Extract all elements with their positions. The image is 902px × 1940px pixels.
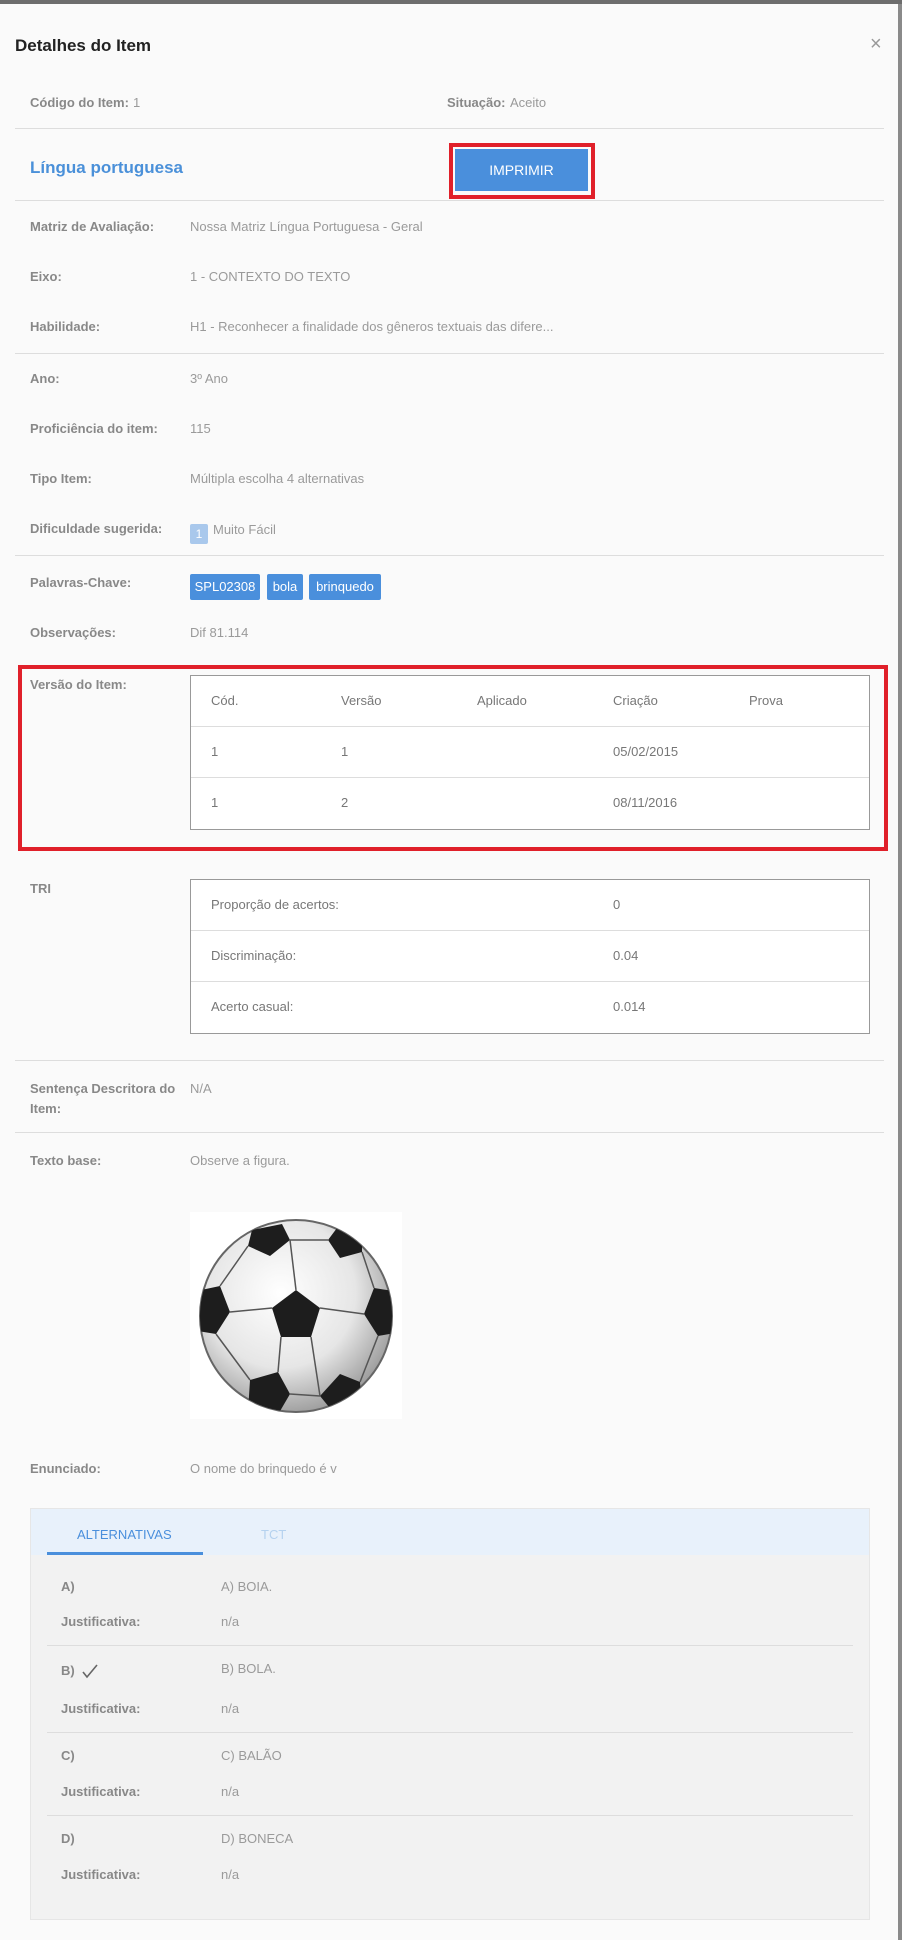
divider (47, 1645, 853, 1646)
notes-label: Observações: (30, 625, 116, 640)
table-cell: Acerto casual: (211, 999, 294, 1014)
divider (15, 1132, 884, 1133)
justification-value: n/a (221, 1784, 240, 1799)
print-button[interactable]: IMPRIMIR (455, 149, 588, 191)
divider (47, 1815, 853, 1816)
table-header-row: Cód. Versão Aplicado Criação Prova (191, 676, 869, 727)
item-details-modal: Detalhes do Item × Código do Item: 1 Sit… (0, 4, 898, 1940)
alternative-letter: C) (61, 1748, 75, 1763)
table-cell: Proporção de acertos: (211, 897, 339, 912)
justification-label: Justificativa: (61, 1784, 141, 1799)
keywords-label: Palavras-Chave: (30, 575, 132, 590)
table-cell: 0.014 (613, 999, 646, 1014)
item-type-label: Tipo Item: (30, 471, 92, 486)
item-type-value: Múltipla escolha 4 alternativas (190, 471, 365, 486)
table-row: Proporção de acertos: 0 (191, 880, 869, 931)
status-label: Situação: (447, 95, 506, 110)
alternative-text: B) BOLA. (221, 1661, 276, 1676)
item-code-value: 1 (133, 95, 141, 110)
keyword-tag[interactable]: bola (267, 574, 303, 600)
alternative-text: C) BALÃO (221, 1748, 282, 1763)
skill-label: Habilidade: (30, 319, 101, 334)
correct-check-icon (82, 1664, 98, 1679)
year-label: Ano: (30, 371, 60, 386)
alternative-letter: D) (61, 1831, 75, 1846)
divider (15, 353, 884, 354)
table-cell: 05/02/2015 (613, 744, 679, 759)
axis-value: 1 - CONTEXTO DO TEXTO (190, 269, 351, 284)
tri-label: TRI (30, 881, 51, 896)
divider (47, 1732, 853, 1733)
divider (15, 200, 884, 201)
statement-label: Enunciado: (30, 1461, 101, 1476)
matrix-label: Matriz de Avaliação: (30, 219, 155, 234)
justification-value: n/a (221, 1867, 240, 1882)
tab-alternatives[interactable]: ALTERNATIVAS (77, 1527, 172, 1542)
justification-value: n/a (221, 1701, 240, 1716)
year-value: 3º Ano (190, 371, 229, 386)
tab-bar: ALTERNATIVAS TCT (31, 1509, 869, 1555)
descriptor-value: N/A (190, 1081, 212, 1096)
justification-label: Justificativa: (61, 1614, 141, 1629)
base-text-value: Observe a figura. (190, 1153, 290, 1168)
alternative-letter: B) (61, 1663, 75, 1678)
active-tab-indicator (47, 1552, 203, 1555)
versions-table: Cód. Versão Aplicado Criação Prova 1 1 0… (190, 675, 870, 830)
subject-title: Língua portuguesa (30, 158, 183, 177)
justification-label: Justificativa: (61, 1701, 141, 1716)
table-cell: 2 (341, 795, 349, 810)
skill-value: H1 - Reconhecer a finalidade dos gêneros… (190, 319, 554, 334)
table-cell: 1 (341, 744, 349, 759)
close-icon[interactable]: × (870, 34, 882, 54)
descriptor-label-line1: Sentença Descritora do (30, 1081, 176, 1096)
versions-label: Versão do Item: (30, 677, 127, 692)
table-cell: 0 (613, 897, 621, 912)
difficulty-value: Muito Fácil (213, 522, 276, 537)
column-header: Aplicado (477, 693, 527, 708)
table-cell: 1 (211, 744, 219, 759)
justification-label: Justificativa: (61, 1867, 141, 1882)
base-text-label: Texto base: (30, 1153, 102, 1168)
descriptor-label-line2: Item: (30, 1101, 62, 1116)
divider (15, 1060, 884, 1061)
difficulty-level-badge: 1 (190, 524, 208, 544)
status-value: Aceito (510, 95, 547, 110)
table-cell: 1 (211, 795, 219, 810)
table-row: Discriminação: 0.04 (191, 931, 869, 982)
column-header: Prova (749, 693, 783, 708)
table-cell: 0.04 (613, 948, 639, 963)
column-header: Cód. (211, 693, 239, 708)
column-header: Versão (341, 693, 382, 708)
soccer-ball-image (190, 1212, 402, 1419)
table-row: Acerto casual: 0.014 (191, 982, 869, 1033)
modal-title: Detalhes do Item (15, 36, 152, 55)
table-cell: 08/11/2016 (613, 795, 678, 810)
tri-table: Proporção de acertos: 0 Discriminação: 0… (190, 879, 870, 1034)
proficiency-label: Proficiência do item: (30, 421, 158, 436)
statement-value: O nome do brinquedo é v (190, 1461, 337, 1476)
justification-value: n/a (221, 1614, 240, 1629)
column-header: Criação (613, 693, 658, 708)
alternatives-panel: ALTERNATIVAS TCT A) A) BOIA. Justificati… (30, 1508, 870, 1920)
item-code-label: Código do Item: (30, 95, 129, 110)
table-row: 1 2 08/11/2016 (191, 778, 869, 829)
keyword-tag[interactable]: SPL02308 (190, 574, 260, 600)
alternative-text: D) BONECA (221, 1831, 294, 1846)
proficiency-value: 115 (190, 421, 211, 436)
keyword-tag[interactable]: brinquedo (309, 574, 381, 600)
axis-label: Eixo: (30, 269, 62, 284)
table-cell: Discriminação: (211, 948, 297, 963)
divider (15, 555, 884, 556)
difficulty-label: Dificuldade sugerida: (30, 521, 163, 536)
alternative-text: A) BOIA. (221, 1579, 273, 1594)
table-row: 1 1 05/02/2015 (191, 727, 869, 778)
matrix-value: Nossa Matriz Língua Portuguesa - Geral (190, 219, 423, 234)
divider (15, 128, 884, 129)
alternative-letter: A) (61, 1579, 75, 1594)
notes-value: Dif 81.114 (190, 625, 249, 640)
tab-tct[interactable]: TCT (261, 1527, 286, 1542)
